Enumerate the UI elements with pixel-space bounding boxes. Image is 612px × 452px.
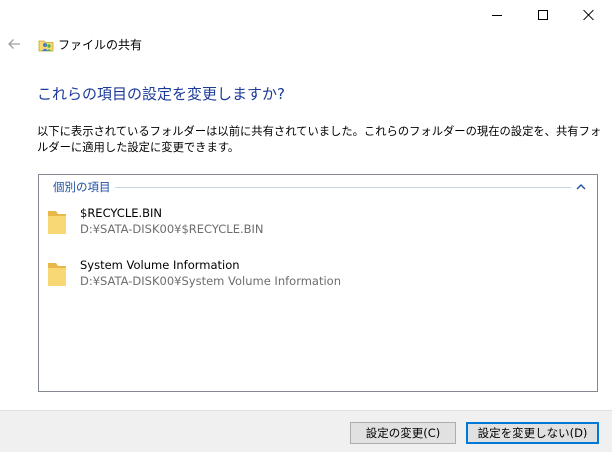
chevron-up-icon bbox=[576, 184, 586, 190]
page-heading: これらの項目の設定を変更しますか? bbox=[37, 85, 285, 103]
list-item[interactable]: System Volume Information D:¥SATA-DISK00… bbox=[47, 257, 527, 293]
items-listbox[interactable]: 個別の項目 $RECYCLE.BIN D:¥SATA-DISK00¥$RECYC… bbox=[38, 174, 598, 392]
list-item[interactable]: $RECYCLE.BIN D:¥SATA-DISK00¥$RECYCLE.BIN bbox=[47, 205, 527, 241]
back-arrow-icon bbox=[8, 39, 20, 49]
do-not-change-button[interactable]: 設定を変更しない(D) bbox=[466, 422, 599, 444]
file-sharing-dialog: ファイルの共有 これらの項目の設定を変更しますか? 以下に表示されているフォルダ… bbox=[0, 0, 612, 452]
maximize-icon bbox=[538, 10, 548, 20]
close-button[interactable] bbox=[566, 0, 612, 30]
group-header[interactable]: 個別の項目 bbox=[53, 178, 591, 196]
group-label: 個別の項目 bbox=[53, 180, 111, 194]
dialog-footer: 設定の変更(C) 設定を変更しない(D) bbox=[0, 410, 612, 452]
back-button[interactable] bbox=[6, 36, 22, 52]
close-icon bbox=[583, 9, 595, 21]
item-name: System Volume Information bbox=[80, 258, 240, 272]
maximize-button[interactable] bbox=[520, 0, 566, 30]
change-settings-button[interactable]: 設定の変更(C) bbox=[350, 422, 456, 444]
folder-icon bbox=[48, 263, 66, 286]
item-path: D:¥SATA-DISK00¥$RECYCLE.BIN bbox=[80, 222, 264, 236]
item-path: D:¥SATA-DISK00¥System Volume Information bbox=[80, 274, 342, 288]
folder-icon bbox=[48, 211, 66, 234]
window-title: ファイルの共有 bbox=[58, 38, 143, 52]
description-text: 以下に表示されているフォルダーは以前に共有されていました。これらのフォルダーの現… bbox=[37, 125, 602, 154]
file-sharing-icon bbox=[38, 37, 54, 53]
minimize-button[interactable] bbox=[474, 0, 520, 30]
collapse-button[interactable] bbox=[571, 178, 591, 196]
item-name: $RECYCLE.BIN bbox=[80, 206, 163, 220]
minimize-icon bbox=[492, 14, 502, 16]
group-divider bbox=[114, 186, 571, 188]
